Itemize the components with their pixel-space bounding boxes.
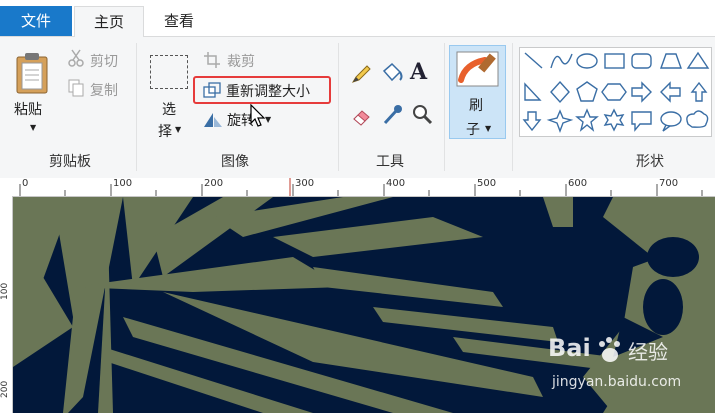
crop-button[interactable]: 裁剪 — [227, 51, 255, 71]
crop-icon — [204, 52, 220, 68]
vertical-ruler-label: 200 — [0, 380, 10, 398]
vertical-ruler-label: 100 — [0, 282, 10, 300]
color-picker-icon[interactable] — [381, 103, 403, 127]
shapes-gallery-icons[interactable] — [520, 48, 712, 137]
ruler-label: 200 — [204, 178, 224, 189]
ruler-label: 0 — [22, 178, 29, 189]
brush-label-line2: 子 — [466, 122, 480, 138]
brush-label: 刷 — [469, 98, 483, 114]
select-dropdown-caret[interactable]: ▼ — [175, 125, 181, 134]
select-button-line2: 择 — [158, 124, 172, 140]
baidu-jingyan-watermark: Bai 经验 jingyan.baidu.com — [548, 330, 713, 410]
shapes-gallery[interactable] — [519, 47, 712, 137]
ruler-label: 600 — [568, 178, 588, 189]
ruler-label: 400 — [386, 178, 406, 189]
tools-group-label: 工具 — [376, 154, 404, 170]
clipboard-group-label: 剪贴板 — [49, 154, 91, 170]
ribbon-tab-bar: 文件 主页 查看 — [0, 0, 715, 38]
horizontal-ruler: 0 100 200 300 400 500 600 700 — [0, 178, 715, 197]
paste-dropdown-caret[interactable]: ▼ — [30, 123, 36, 132]
tab-home[interactable]: 主页 — [74, 6, 144, 38]
mouse-cursor-icon — [250, 104, 266, 127]
group-separator — [444, 43, 445, 171]
brush-icon — [456, 51, 499, 87]
magnifier-icon[interactable] — [411, 103, 433, 127]
paw-icon — [599, 337, 620, 362]
text-tool-icon[interactable]: A — [410, 59, 427, 85]
pencil-icon[interactable] — [350, 63, 372, 85]
paste-button[interactable]: 粘贴 — [14, 99, 42, 119]
fill-bucket-icon[interactable] — [380, 61, 404, 85]
eraser-icon[interactable] — [350, 105, 372, 127]
ruler-label: 100 — [113, 178, 133, 189]
group-separator — [512, 43, 513, 171]
group-separator — [338, 43, 339, 171]
copy-button[interactable]: 复制 — [90, 80, 118, 100]
scissors-icon — [68, 49, 84, 67]
copy-icon — [68, 79, 84, 97]
watermark-brand-suffix: 经验 — [628, 340, 668, 364]
ruler-label: 300 — [295, 178, 315, 189]
shapes-group-label: 形状 — [636, 154, 664, 170]
select-rectangle-icon[interactable] — [150, 55, 188, 89]
ribbon: 粘贴 ▼ 剪切 复制 剪贴板 选 择 ▼ 裁剪 重新调整大小 旋转 ▼ 图像 A — [0, 37, 715, 179]
tab-view[interactable]: 查看 — [146, 6, 212, 36]
group-separator — [136, 43, 137, 171]
ruler-label: 700 — [659, 178, 679, 189]
brush-dropdown-caret[interactable]: ▼ — [485, 124, 491, 133]
resize-highlight-box — [193, 76, 331, 104]
image-group-label: 图像 — [221, 154, 249, 170]
select-button[interactable]: 选 — [162, 99, 176, 119]
vertical-ruler: 100 200 — [0, 196, 13, 413]
watermark-brand: Bai — [548, 334, 591, 362]
clipboard-paste-icon[interactable] — [14, 51, 52, 95]
watermark-url: jingyan.baidu.com — [552, 374, 682, 390]
ruler-label: 500 — [477, 178, 497, 189]
cut-button[interactable]: 剪切 — [90, 51, 118, 71]
tab-file[interactable]: 文件 — [0, 6, 72, 36]
ruler-ticks — [19, 178, 703, 196]
rotate-icon — [204, 113, 222, 127]
